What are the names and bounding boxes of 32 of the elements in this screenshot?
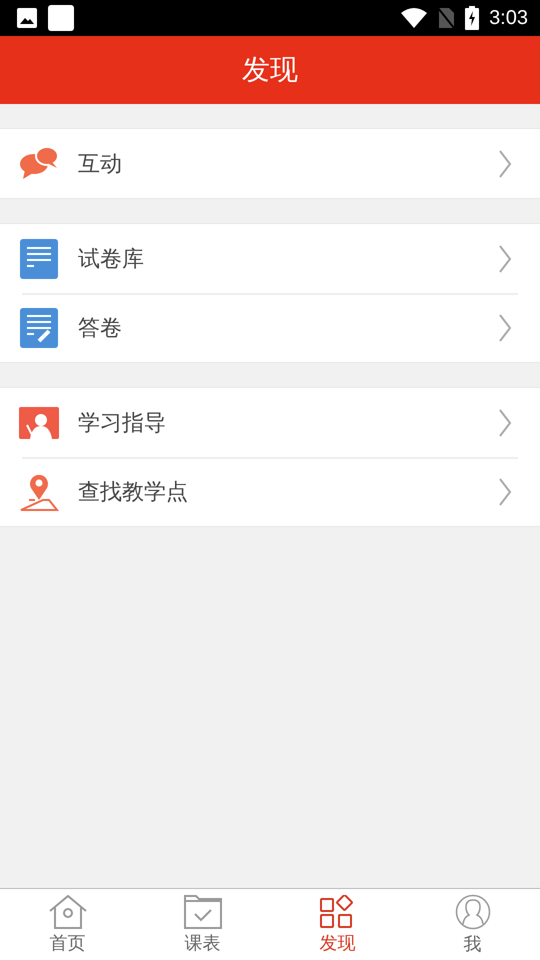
wifi-icon [401,8,428,28]
user-icon [454,894,490,930]
house-icon [48,894,86,928]
menu-label: 互动 [78,150,123,178]
menu-label: 试卷库 [78,246,145,274]
nav-tab[interactable]: 发现 [270,889,405,960]
chevron-right-icon [498,476,512,506]
nav-tab[interactable]: 首页 [0,889,135,960]
person-board-icon [19,406,59,438]
menu-item[interactable]: 互动 [0,129,540,198]
menu-label: 查找教学点 [78,478,189,506]
square-icon [48,5,74,31]
menu-label: 学习指导 [78,410,167,438]
nav-tab[interactable]: 课表 [135,889,270,960]
document-pencil-icon [19,308,59,348]
menu-item[interactable]: 试卷库 [0,224,540,293]
clock-time: 3:03 [489,6,528,30]
chevron-right-icon [498,148,512,178]
image-icon [16,7,38,29]
battery-icon [465,6,480,30]
chevron-right-icon [498,312,512,342]
chevron-right-icon [498,408,512,438]
page-title: 发现 [242,52,298,88]
menu-item[interactable]: 答卷 [0,293,540,362]
no-sim-icon [437,7,456,29]
menu-item[interactable]: 学习指导 [0,388,540,457]
menu-label: 答卷 [78,314,123,342]
menu-item[interactable]: 查找教学点 [0,457,540,526]
chevron-right-icon [498,244,512,274]
document-icon [19,238,59,278]
folder-check-icon [184,894,222,928]
nav-tab[interactable]: 我 [405,889,540,960]
